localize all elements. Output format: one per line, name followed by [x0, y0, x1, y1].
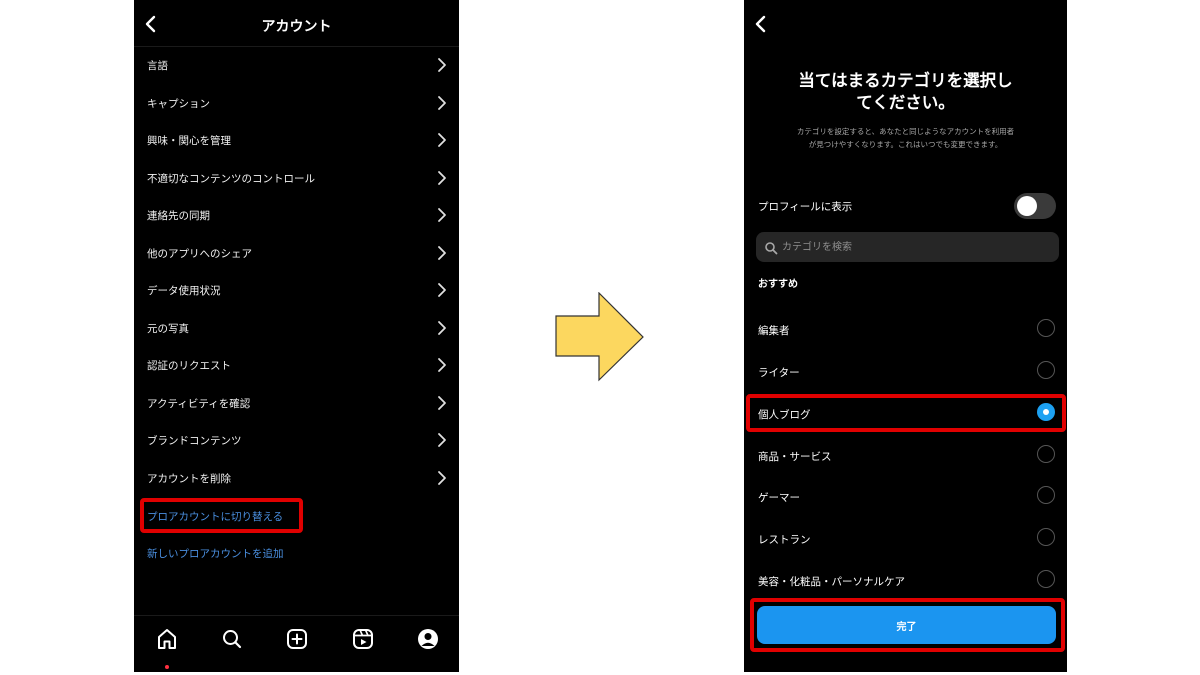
show-on-profile-label: プロフィールに表示	[758, 201, 853, 213]
menu-item-language[interactable]: 言語	[134, 46, 459, 84]
menu-item-label: アカウントを削除	[147, 472, 231, 485]
description: カテゴリを設定すると、あなたと同じようなアカウントを利用者 が見つけやすくなりま…	[758, 125, 1053, 151]
chevron-right-icon	[437, 132, 447, 148]
radio-button[interactable]	[1037, 570, 1055, 588]
radio-button[interactable]	[1037, 528, 1055, 546]
menu-item-label: 言語	[147, 60, 168, 72]
menu-item-label: キャプション	[147, 97, 210, 110]
category-option-editor[interactable]: 編集者	[744, 308, 1067, 350]
header: アカウント	[134, 0, 459, 47]
chevron-left-icon	[755, 15, 766, 33]
tab-reels[interactable]	[350, 626, 376, 652]
menu-item-review-activity[interactable]: アクティビティを確認	[134, 384, 459, 422]
radio-button[interactable]	[1037, 319, 1055, 337]
menu-item-label: 他のアプリへのシェア	[147, 247, 252, 260]
title-line: 当てはまるカテゴリを選択し	[798, 71, 1013, 90]
tab-home[interactable]	[154, 626, 180, 652]
recommended-section-label: おすすめ	[758, 279, 798, 290]
toggle-knob	[1017, 196, 1037, 216]
tab-profile[interactable]	[415, 626, 441, 652]
menu-item-request-verification[interactable]: 認証のリクエスト	[134, 346, 459, 384]
chevron-right-icon	[437, 245, 447, 261]
highlight-box	[746, 394, 1066, 432]
menu-item-label: 認証のリクエスト	[147, 360, 231, 372]
category-label: 商品・サービス	[758, 451, 832, 463]
category-label: ゲーマー	[758, 492, 800, 504]
chevron-right-icon	[437, 282, 447, 298]
category-option-writer[interactable]: ライター	[744, 350, 1067, 392]
page-title: 当てはまるカテゴリを選択し てください。	[764, 70, 1047, 114]
menu-item-delete-account[interactable]: アカウントを削除	[134, 459, 459, 497]
tab-create[interactable]	[284, 626, 310, 652]
category-option-restaurant[interactable]: レストラン	[744, 517, 1067, 559]
menu-item-label: 元の写真	[147, 322, 189, 335]
page-title: アカウント	[261, 19, 332, 35]
highlight-box	[140, 498, 303, 533]
menu-item-share-to-other-apps[interactable]: 他のアプリへのシェア	[134, 234, 459, 272]
category-label: 編集者	[758, 325, 790, 337]
menu-item-interests[interactable]: 興味・関心を管理	[134, 121, 459, 159]
category-selection-screen: 当てはまるカテゴリを選択し てください。 カテゴリを設定すると、あなたと同じよう…	[744, 0, 1067, 672]
description-line: カテゴリを設定すると、あなたと同じようなアカウントを利用者	[796, 127, 1015, 136]
settings-menu: 言語 キャプション 興味・関心を管理 不適切なコンテンツのコントロール 連絡先の…	[134, 46, 459, 496]
menu-item-label: 興味・関心を管理	[147, 135, 231, 147]
menu-item-label: データ使用状況	[147, 285, 221, 297]
chevron-right-icon	[437, 57, 447, 73]
highlight-box	[750, 598, 1065, 652]
chevron-right-icon	[437, 170, 447, 186]
menu-item-sensitive-content[interactable]: 不適切なコンテンツのコントロール	[134, 159, 459, 197]
menu-item-data-usage[interactable]: データ使用状況	[134, 271, 459, 309]
category-option-products-services[interactable]: 商品・サービス	[744, 434, 1067, 476]
notification-dot	[165, 665, 169, 669]
category-label: 美容・化粧品・パーソナルケア	[758, 576, 905, 588]
category-option-beauty[interactable]: 美容・化粧品・パーソナルケア	[744, 559, 1067, 601]
arrow-right-icon	[555, 292, 644, 382]
category-label: レストラン	[758, 534, 811, 546]
menu-item-captions[interactable]: キャプション	[134, 84, 459, 122]
radio-button[interactable]	[1037, 445, 1055, 463]
radio-button[interactable]	[1037, 486, 1055, 504]
description-line: が見つけやすくなります。これはいつでも変更できます。	[808, 140, 1003, 149]
tab-search[interactable]	[219, 626, 245, 652]
chevron-right-icon	[437, 207, 447, 223]
profile-icon	[418, 629, 438, 649]
radio-button[interactable]	[1037, 361, 1055, 379]
reels-icon	[353, 629, 373, 649]
category-label: ライター	[758, 367, 800, 379]
chevron-right-icon	[437, 470, 447, 486]
chevron-right-icon	[437, 320, 447, 336]
account-settings-screen: アカウント 言語 キャプション 興味・関心を管理 不適切なコンテンツのコントロー…	[134, 0, 459, 672]
menu-item-contacts-sync[interactable]: 連絡先の同期	[134, 196, 459, 234]
title-line: てください。	[856, 93, 955, 112]
menu-item-original-photos[interactable]: 元の写真	[134, 309, 459, 347]
category-option-gamer[interactable]: ゲーマー	[744, 475, 1067, 517]
category-search-input[interactable]	[782, 232, 1042, 262]
search-icon	[764, 240, 778, 255]
show-on-profile-toggle[interactable]	[1014, 193, 1056, 219]
menu-item-branded-content[interactable]: ブランドコンテンツ	[134, 421, 459, 459]
search-icon	[223, 630, 242, 649]
bottom-tab-bar	[134, 615, 459, 672]
home-icon	[158, 629, 176, 649]
chevron-right-icon	[437, 432, 447, 448]
menu-item-label: ブランドコンテンツ	[147, 435, 242, 447]
chevron-right-icon	[437, 395, 447, 411]
add-pro-account-link[interactable]: 新しいプロアカウントを追加	[147, 546, 284, 561]
chevron-right-icon	[437, 357, 447, 373]
create-icon	[287, 629, 307, 649]
menu-item-label: 連絡先の同期	[147, 210, 210, 222]
menu-item-label: アクティビティを確認	[147, 397, 251, 410]
chevron-right-icon	[437, 95, 447, 111]
back-button[interactable]	[750, 10, 772, 38]
category-search-bar	[756, 232, 1059, 262]
menu-item-label: 不適切なコンテンツのコントロール	[147, 172, 315, 185]
